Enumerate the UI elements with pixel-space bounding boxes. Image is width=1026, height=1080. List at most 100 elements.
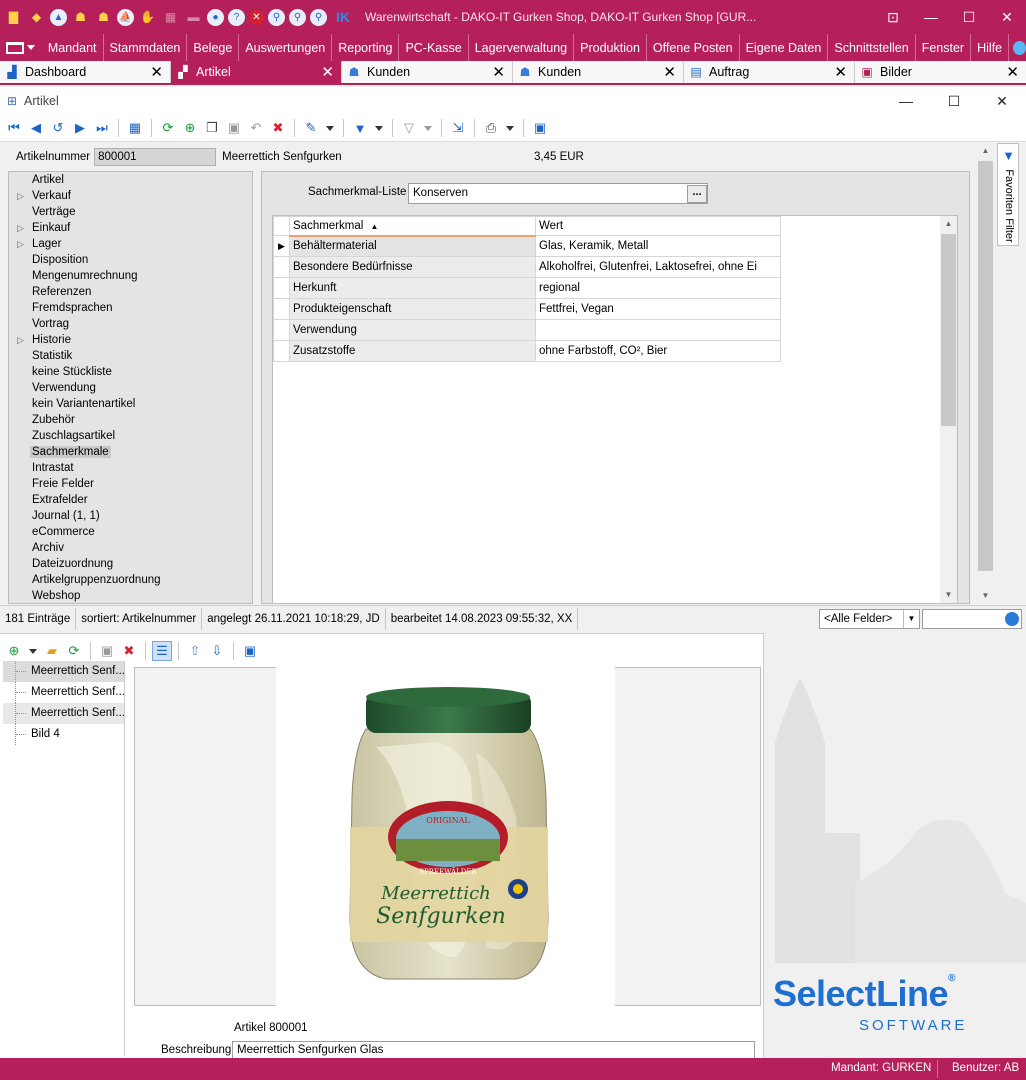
tab-dashboard[interactable]: ▟ Dashboard ✕ xyxy=(0,61,171,83)
chevron-down-icon[interactable] xyxy=(424,125,432,131)
box-icon[interactable]: ◆ xyxy=(27,8,46,27)
scroll-down-icon[interactable]: ▼ xyxy=(977,588,994,604)
form-scrollbar[interactable]: ▲ ▼ xyxy=(977,143,994,604)
chevron-down-icon[interactable] xyxy=(29,648,37,654)
search-doc-icon[interactable]: ⚲ xyxy=(310,8,327,26)
nav-item[interactable]: Freie Felder xyxy=(9,476,252,492)
cell-sachmerkmal[interactable]: Herkunft xyxy=(289,277,536,299)
tab-kunden-1[interactable]: ☗ Kunden ✕ xyxy=(342,61,513,83)
nav-item[interactable]: Artikel xyxy=(9,172,252,188)
nav-item[interactable]: Verträge xyxy=(9,204,252,220)
cell-wert[interactable]: Alkoholfrei, Glutenfrei, Laktosefrei, oh… xyxy=(535,256,781,278)
new-record-icon[interactable]: ⊕ xyxy=(180,118,200,138)
table-row[interactable]: Produkteigenschaft Fettfrei, Vegan xyxy=(273,298,781,320)
nav-item[interactable]: Webshop xyxy=(9,588,252,603)
article-number-field[interactable]: 800001 xyxy=(94,147,217,166)
cell-wert[interactable]: ohne Farbstoff, CO², Bier xyxy=(535,340,781,362)
close-icon[interactable]: ✕ xyxy=(988,0,1026,34)
nav-item[interactable]: Archiv xyxy=(9,540,252,556)
add-image-icon[interactable]: ⊕ xyxy=(4,641,24,661)
cell-sachmerkmal[interactable]: Zusatzstoffe xyxy=(289,340,536,362)
previous-record-icon[interactable]: ◀ xyxy=(26,118,46,138)
close-icon[interactable]: ✕ xyxy=(150,63,163,81)
ship-icon[interactable]: ⛵ xyxy=(117,8,134,26)
stop-icon[interactable]: ✕ xyxy=(249,9,264,25)
nav-item[interactable]: Verwendung xyxy=(9,380,252,396)
chevron-down-icon[interactable]: ▼ xyxy=(903,610,919,628)
menu-offene-posten[interactable]: Offene Posten xyxy=(647,34,740,61)
close-icon[interactable]: ✕ xyxy=(1006,63,1019,81)
question-icon[interactable]: ? xyxy=(228,8,245,26)
table-row[interactable]: Besondere Bedürfnisse Alkoholfrei, Gluten… xyxy=(273,256,781,278)
nav-item[interactable]: Mengenumrechnung xyxy=(9,268,252,284)
save-layout-icon[interactable]: ▣ xyxy=(530,118,550,138)
person-group-icon[interactable]: ☗ xyxy=(94,8,113,27)
menu-belege[interactable]: Belege xyxy=(187,34,240,61)
menu-lagerverwaltung[interactable]: Lagerverwaltung xyxy=(469,34,575,61)
menu-auswertungen[interactable]: Auswertungen xyxy=(239,34,333,61)
last-record-icon[interactable]: ⏭ xyxy=(92,118,112,138)
refresh-icon[interactable]: ⟳ xyxy=(64,641,84,661)
scroll-up-icon[interactable]: ▲ xyxy=(940,216,957,232)
nav-item[interactable]: Extrafelder xyxy=(9,492,252,508)
cell-sachmerkmal[interactable]: Produkteigenschaft xyxy=(289,298,536,320)
nav-item[interactable]: Fremdsprachen xyxy=(9,300,252,316)
nav-item[interactable]: Intrastat xyxy=(9,460,252,476)
list-item[interactable]: Meerrettich Senf... xyxy=(3,682,124,703)
table-row[interactable]: Verwendung xyxy=(273,319,781,341)
cell-wert[interactable]: Fettfrei, Vegan xyxy=(535,298,781,320)
undo-icon[interactable]: ↶ xyxy=(246,118,266,138)
table-row[interactable]: Zusatzstoffe ohne Farbstoff, CO², Bier xyxy=(273,340,781,362)
search-icon[interactable]: ⚲ xyxy=(268,8,285,26)
globe-icon[interactable]: ● xyxy=(207,8,224,26)
quick-search-input[interactable] xyxy=(922,609,1022,629)
jump-icon[interactable]: ⇲ xyxy=(448,118,468,138)
table-row[interactable]: ▶ Behältermaterial Glas, Keramik, Metall xyxy=(273,235,781,257)
close-icon[interactable]: ✕ xyxy=(834,63,847,81)
chat-help-icon[interactable] xyxy=(1013,40,1026,55)
nav-item[interactable]: Vortrag xyxy=(9,316,252,332)
folder-icon[interactable]: ▇ xyxy=(4,8,23,27)
search-plus-icon[interactable]: ⚲ xyxy=(289,8,306,26)
nav-item[interactable]: Zuschlagsartikel xyxy=(9,428,252,444)
refresh-icon[interactable]: ⟳ xyxy=(158,118,178,138)
person-icon[interactable]: ☗ xyxy=(71,8,90,27)
scroll-thumb[interactable] xyxy=(978,161,993,571)
chevron-down-icon[interactable] xyxy=(506,125,514,131)
print-icon[interactable]: ⎙ xyxy=(481,118,501,138)
column-header-sachmerkmal[interactable]: Sachmerkmal ▲ xyxy=(289,216,536,237)
delete-icon[interactable]: ✖ xyxy=(268,118,288,138)
tab-kunden-2[interactable]: ☗ Kunden ✕ xyxy=(513,61,684,83)
nav-item[interactable]: Referenzen xyxy=(9,284,252,300)
table-row[interactable]: Herkunft regional xyxy=(273,277,781,299)
close-icon[interactable]: ✕ xyxy=(978,87,1026,115)
nav-item[interactable]: ▷ Verkauf xyxy=(9,188,252,204)
restore-window-icon[interactable]: ⊡ xyxy=(874,0,912,34)
nav-item[interactable]: ▷ Lager xyxy=(9,236,252,252)
move-up-icon[interactable]: ⇧ xyxy=(185,641,205,661)
nav-item[interactable]: Disposition xyxy=(9,252,252,268)
list-item[interactable]: Meerrettich Senf... xyxy=(3,661,124,682)
move-down-icon[interactable]: ⇩ xyxy=(207,641,227,661)
cell-wert[interactable]: Glas, Keramik, Metall xyxy=(535,235,781,257)
nav-item[interactable]: kein Variantenartikel xyxy=(9,396,252,412)
nav-item[interactable]: keine Stückliste xyxy=(9,364,252,380)
nav-item[interactable]: Dateizuordnung xyxy=(9,556,252,572)
scroll-up-icon[interactable]: ▲ xyxy=(977,143,994,159)
chevron-right-icon[interactable]: ▷ xyxy=(17,188,24,204)
ik-icon[interactable]: IK xyxy=(331,8,355,27)
nav-item[interactable]: Zubehör xyxy=(9,412,252,428)
chevron-down-icon[interactable] xyxy=(326,125,334,131)
first-record-icon[interactable]: ⏮ xyxy=(4,118,24,138)
nav-item[interactable]: ▷ Historie xyxy=(9,332,252,348)
cell-sachmerkmal[interactable]: Behältermaterial xyxy=(289,235,536,257)
minimize-icon[interactable]: — xyxy=(882,87,930,115)
cell-wert[interactable]: regional xyxy=(535,277,781,299)
save-icon[interactable]: ▣ xyxy=(97,641,117,661)
chevron-right-icon[interactable]: ▷ xyxy=(17,332,24,348)
tab-auftrag[interactable]: ▤ Auftrag ✕ xyxy=(684,61,855,83)
filter-icon[interactable]: ▼ xyxy=(350,118,370,138)
save-layout-icon[interactable]: ▣ xyxy=(240,641,260,661)
nav-item[interactable]: Artikelgruppenzuordnung xyxy=(9,572,252,588)
calendar-icon[interactable]: ▦ xyxy=(161,8,180,27)
